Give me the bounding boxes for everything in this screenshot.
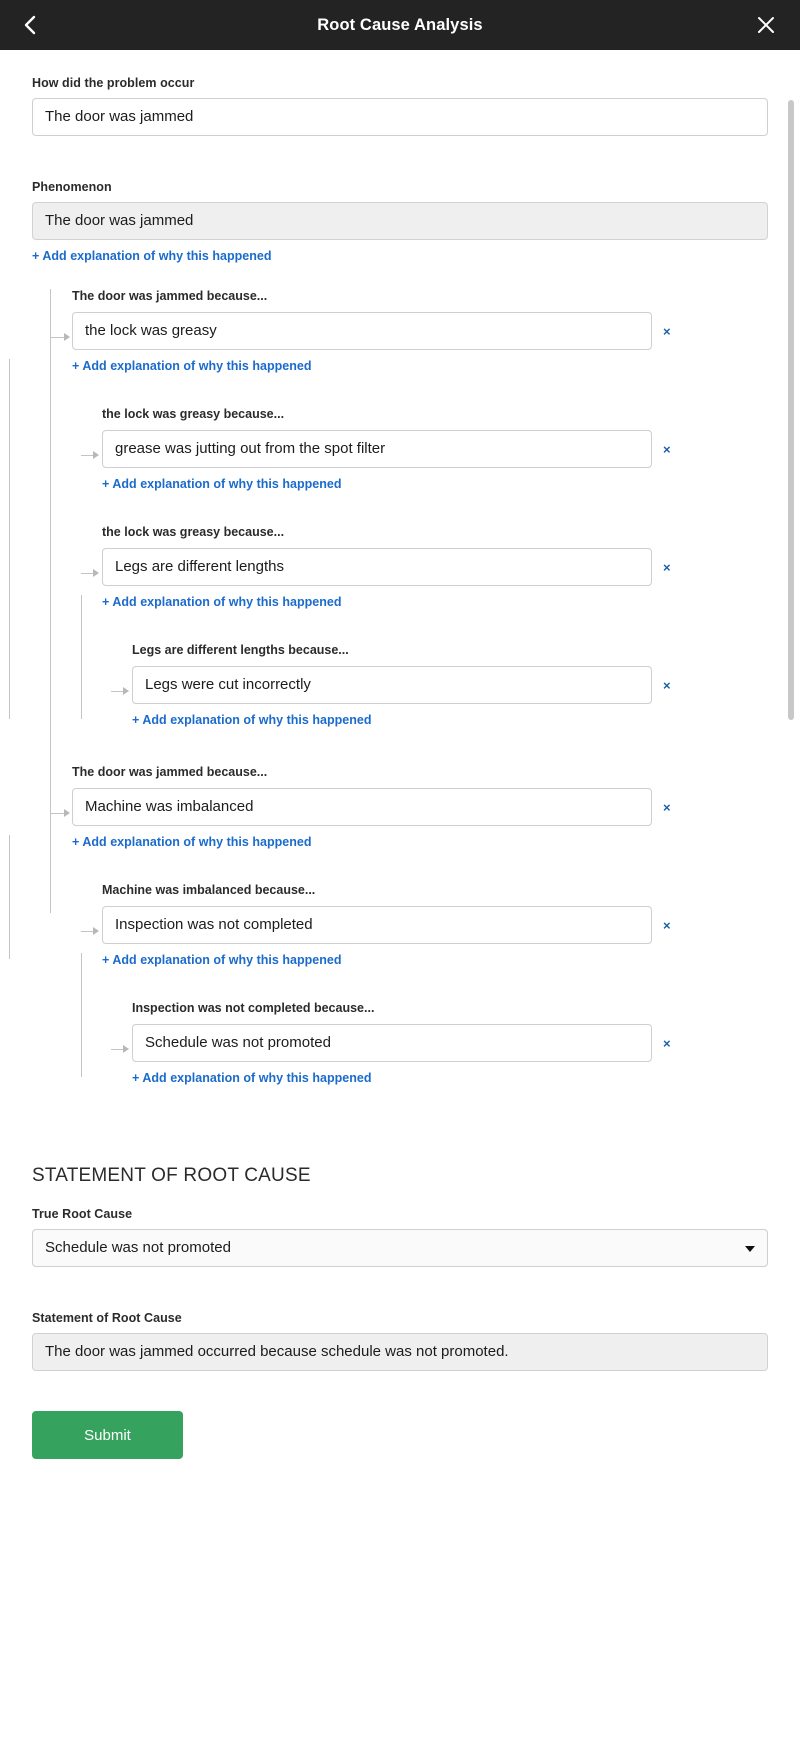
delete-why-button[interactable]: × bbox=[663, 1037, 671, 1050]
tree-subtrunk-line bbox=[81, 595, 82, 719]
why-node-label: Inspection was not completed because... bbox=[132, 1001, 375, 1015]
form-content: How did the problem occur The door was j… bbox=[0, 50, 800, 1499]
add-explanation-link[interactable]: + Add explanation of why this happened bbox=[72, 359, 312, 373]
why-node-input[interactable]: Legs are different lengths bbox=[102, 548, 652, 586]
tree-arrow-icon bbox=[93, 927, 99, 935]
why-node-row: Inspection was not completed × bbox=[102, 906, 800, 944]
phenomenon-input: The door was jammed bbox=[32, 202, 768, 240]
why-node-input[interactable]: Machine was imbalanced bbox=[72, 788, 652, 826]
why-node-label: The door was jammed because... bbox=[72, 289, 268, 303]
delete-why-button[interactable]: × bbox=[663, 325, 671, 338]
tree-arrow-icon bbox=[93, 569, 99, 577]
why-node-level3-1: Legs are different lengths because... Le… bbox=[102, 643, 800, 729]
tree-arrow-icon bbox=[123, 687, 129, 695]
statement-section: STATEMENT OF ROOT CAUSE bbox=[0, 1087, 800, 1187]
why-node-level2-1: the lock was greasy because... grease wa… bbox=[72, 407, 800, 493]
why-node-input[interactable]: the lock was greasy bbox=[72, 312, 652, 350]
app-header: Root Cause Analysis bbox=[0, 0, 800, 50]
why-node-row: the lock was greasy × bbox=[72, 312, 800, 350]
chevron-left-icon bbox=[24, 15, 36, 35]
delete-why-button[interactable]: × bbox=[663, 561, 671, 574]
add-explanation-link[interactable]: + Add explanation of why this happened bbox=[102, 477, 342, 491]
why-node-row: Schedule was not promoted × bbox=[132, 1024, 800, 1062]
tree-subtrunk-line bbox=[9, 359, 10, 719]
tree-arrow-icon bbox=[123, 1045, 129, 1053]
tree-arrow-icon bbox=[93, 451, 99, 459]
delete-why-button[interactable]: × bbox=[663, 801, 671, 814]
why-node-row: Legs were cut incorrectly × bbox=[132, 666, 800, 704]
problem-input[interactable]: The door was jammed bbox=[32, 98, 768, 136]
statement-of-root-cause-input: The door was jammed occurred because sch… bbox=[32, 1333, 768, 1371]
why-node-input[interactable]: Schedule was not promoted bbox=[132, 1024, 652, 1062]
close-button[interactable] bbox=[746, 0, 786, 50]
delete-why-button[interactable]: × bbox=[663, 443, 671, 456]
true-root-cause-select-wrap[interactable]: Schedule was not promoted bbox=[32, 1229, 768, 1267]
why-node-level1-2: The door was jammed because... Machine w… bbox=[0, 765, 800, 1087]
why-node-label: Machine was imbalanced because... bbox=[102, 883, 316, 897]
add-explanation-link[interactable]: + Add explanation of why this happened bbox=[132, 1071, 372, 1085]
why-node-level2-3: Machine was imbalanced because... Inspec… bbox=[72, 883, 800, 1087]
why-node-label: The door was jammed because... bbox=[72, 765, 268, 779]
why-node-level2-2: the lock was greasy because... Legs are … bbox=[72, 525, 800, 729]
statement-section-title: STATEMENT OF ROOT CAUSE bbox=[32, 1165, 311, 1186]
tree-subtrunk-line bbox=[9, 835, 10, 959]
tree-arrow-icon bbox=[64, 333, 70, 341]
why-node-level1-1: The door was jammed because... the lock … bbox=[0, 289, 800, 729]
add-explanation-link[interactable]: + Add explanation of why this happened bbox=[102, 595, 342, 609]
delete-why-button[interactable]: × bbox=[663, 679, 671, 692]
add-explanation-link[interactable]: + Add explanation of why this happened bbox=[102, 953, 342, 967]
why-node-row: Legs are different lengths × bbox=[102, 548, 800, 586]
tree-arrow-icon bbox=[64, 809, 70, 817]
add-explanation-link[interactable]: + Add explanation of why this happened bbox=[72, 835, 312, 849]
problem-label: How did the problem occur bbox=[32, 76, 195, 90]
why-node-label: Legs are different lengths because... bbox=[132, 643, 349, 657]
phenomenon-field-group: Phenomenon The door was jammed + Add exp… bbox=[0, 136, 800, 265]
why-node-label: the lock was greasy because... bbox=[102, 407, 285, 421]
statement-of-root-cause-label: Statement of Root Cause bbox=[32, 1311, 182, 1325]
delete-why-button[interactable]: × bbox=[663, 919, 671, 932]
submit-button[interactable]: Submit bbox=[32, 1411, 183, 1459]
why-node-label: the lock was greasy because... bbox=[102, 525, 285, 539]
back-button[interactable] bbox=[10, 0, 50, 50]
add-explanation-link-root[interactable]: + Add explanation of why this happened bbox=[32, 249, 272, 263]
close-icon bbox=[758, 17, 774, 33]
add-explanation-link[interactable]: + Add explanation of why this happened bbox=[132, 713, 372, 727]
page-title: Root Cause Analysis bbox=[317, 15, 483, 34]
true-root-cause-group: True Root Cause Schedule was not promote… bbox=[0, 1187, 800, 1267]
why-node-input[interactable]: Legs were cut incorrectly bbox=[132, 666, 652, 704]
why-tree: The door was jammed because... the lock … bbox=[0, 289, 800, 1087]
true-root-cause-select[interactable]: Schedule was not promoted bbox=[32, 1229, 768, 1267]
phenomenon-label: Phenomenon bbox=[32, 180, 112, 194]
why-node-input[interactable]: Inspection was not completed bbox=[102, 906, 652, 944]
form-scroll-region[interactable]: How did the problem occur The door was j… bbox=[0, 50, 800, 1752]
why-node-row: grease was jutting out from the spot fil… bbox=[102, 430, 800, 468]
true-root-cause-label: True Root Cause bbox=[32, 1207, 133, 1221]
why-node-row: Machine was imbalanced × bbox=[72, 788, 800, 826]
problem-field-group: How did the problem occur The door was j… bbox=[0, 50, 800, 136]
submit-row: Submit bbox=[0, 1371, 800, 1499]
why-node-input[interactable]: grease was jutting out from the spot fil… bbox=[102, 430, 652, 468]
why-node-level3-2: Inspection was not completed because... … bbox=[102, 1001, 800, 1087]
tree-subtrunk-line bbox=[81, 953, 82, 1077]
statement-of-root-cause-group: Statement of Root Cause The door was jam… bbox=[0, 1267, 800, 1371]
